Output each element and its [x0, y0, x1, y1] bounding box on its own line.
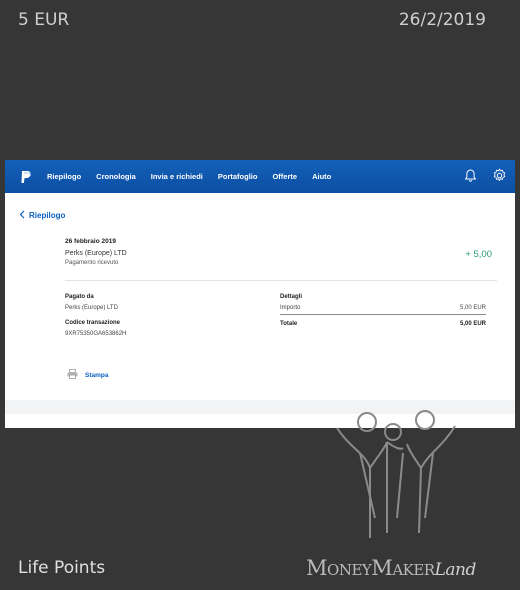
amount-heading: 5 EUR — [18, 10, 70, 30]
totale-value: 5,00 EUR — [459, 321, 486, 327]
paypal-logo-icon[interactable] — [19, 169, 33, 185]
nav-item-invia-richiedi[interactable]: Invia e richiedi — [151, 172, 203, 181]
date-heading: 26/2/2019 — [398, 10, 486, 30]
people-watermark-logo — [325, 408, 475, 548]
nav-item-offerte[interactable]: Offerte — [272, 172, 297, 181]
brand-oney: ONEY — [327, 561, 372, 579]
transaction-code-label: Codice transazione — [65, 320, 121, 326]
importo-row: Importo 5,00 EUR — [280, 305, 486, 315]
transaction-status: Pagamento ricevuto — [65, 260, 119, 266]
paid-by-label: Pagato da — [65, 294, 94, 300]
details-info: Dettagli Importo 5,00 EUR Totale 5,00 EU… — [280, 294, 486, 327]
nav-item-cronologia[interactable]: Cronologia — [96, 172, 136, 181]
chevron-left-icon — [19, 210, 25, 221]
bell-icon[interactable] — [463, 168, 478, 183]
nav-item-riepilogo[interactable]: Riepilogo — [47, 172, 81, 181]
brand-letter-m1: M — [306, 556, 328, 580]
footer-label: Life Points — [18, 558, 106, 578]
details-label: Dettagli — [280, 294, 303, 300]
paypal-screenshot: Riepilogo Cronologia Invia e richiedi Po… — [5, 160, 515, 428]
paid-by-value: Perks (Europe) LTD — [65, 305, 118, 311]
brand-letter-m2: M — [371, 556, 393, 580]
transaction-date: 26 febbraio 2019 — [65, 238, 116, 245]
transaction-merchant: Perks (Europe) LTD — [65, 250, 127, 257]
brand-land: Land — [434, 560, 477, 580]
printer-icon — [67, 366, 78, 384]
transaction-amount: + 5,00 — [465, 249, 492, 260]
importo-label: Importo — [280, 305, 301, 311]
totale-label: Totale — [280, 321, 298, 327]
moneymakerland-logo: MONEYMAKERLand — [306, 556, 476, 580]
gear-icon[interactable] — [492, 168, 507, 183]
section-divider — [65, 280, 497, 281]
back-to-summary-link[interactable]: Riepilogo — [19, 210, 65, 221]
brand-aker: AKER — [392, 561, 435, 579]
back-link-label: Riepilogo — [29, 211, 66, 220]
payer-info: Pagato da Perks (Europe) LTD Codice tran… — [65, 294, 265, 337]
transaction-summary: 26 febbraio 2019 Perks (Europe) LTD Paga… — [65, 238, 497, 266]
nav-item-aiuto[interactable]: Aiuto — [312, 172, 331, 181]
paypal-navbar: Riepilogo Cronologia Invia e richiedi Po… — [5, 160, 515, 193]
importo-value: 5,00 EUR — [459, 305, 486, 311]
print-label: Stampa — [85, 371, 109, 379]
transaction-code-value: 9XR75350GA653862H — [65, 331, 127, 337]
print-button[interactable]: Stampa — [67, 366, 108, 384]
totale-row: Totale 5,00 EUR — [280, 321, 486, 327]
nav-item-portafoglio[interactable]: Portafoglio — [218, 172, 258, 181]
